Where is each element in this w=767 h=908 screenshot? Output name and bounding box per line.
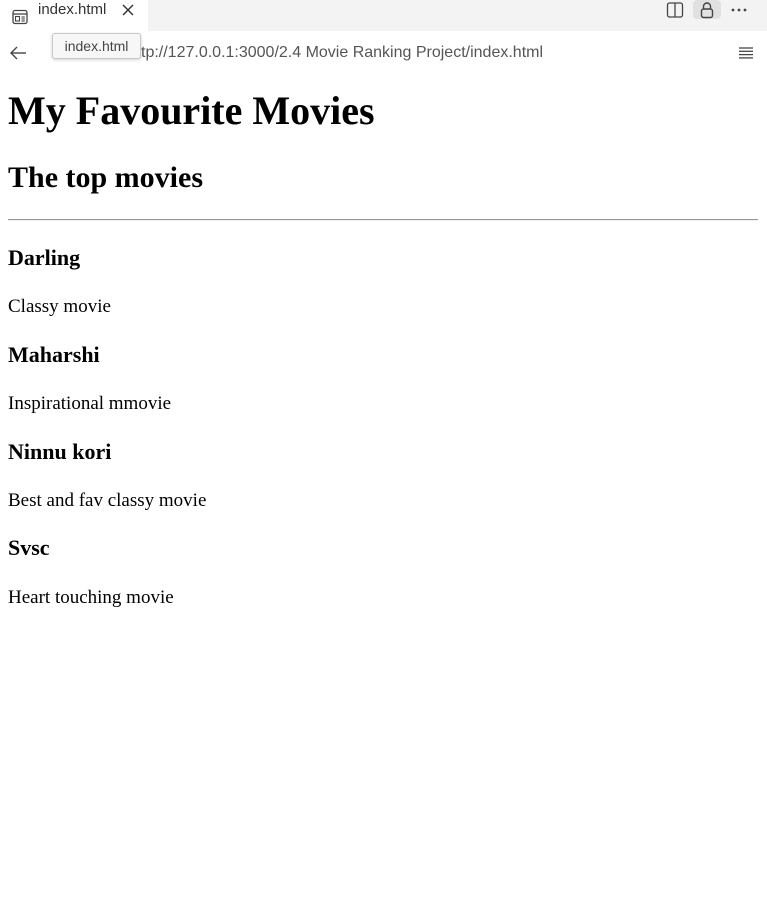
movie-description: Classy movie	[8, 296, 111, 317]
tab-title: index.html	[38, 1, 107, 18]
more-dots-icon[interactable]	[725, 0, 753, 19]
page-title: My Favourite Movies	[8, 88, 375, 133]
movie-title: Darling	[8, 245, 81, 270]
movie-description: Best and fav classy movie	[8, 490, 207, 511]
tab-strip: index.html	[0, 0, 767, 31]
tab-index[interactable]: index.html	[0, 0, 148, 31]
url-field[interactable]: tp://127.0.0.1:3000/2.4 Movie Ranking Pr…	[141, 42, 543, 64]
back-arrow-icon[interactable]	[6, 43, 30, 63]
page-subtitle: The top movies	[8, 161, 203, 194]
movie-title: Ninnu kori	[8, 439, 112, 464]
movie-description: Heart touching movie	[8, 587, 174, 608]
lock-icon[interactable]	[693, 0, 721, 19]
hamburger-menu-icon[interactable]	[736, 44, 756, 62]
tab-tooltip: index.html	[52, 33, 141, 59]
movie-description: Inspirational mmovie	[8, 393, 172, 414]
page-preview-icon	[12, 9, 28, 25]
movie-title: Maharshi	[8, 342, 100, 367]
close-icon[interactable]	[121, 3, 135, 17]
split-view-icon[interactable]	[661, 0, 689, 19]
movie-title: Svsc	[8, 535, 50, 560]
divider	[8, 219, 758, 221]
